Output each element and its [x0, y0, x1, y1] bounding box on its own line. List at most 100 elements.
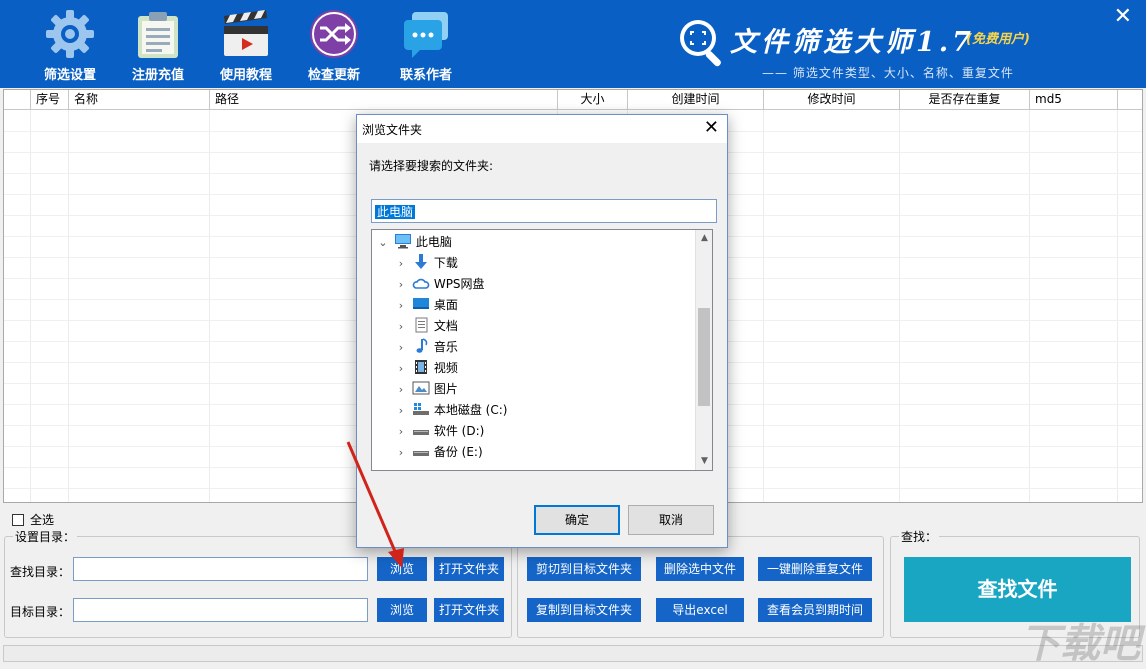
expand-arrow-icon[interactable]: ›: [394, 274, 408, 295]
filter-settings-label: 筛选设置: [43, 68, 96, 83]
clipboard-icon: [132, 8, 184, 60]
column-select[interactable]: [4, 90, 31, 110]
app-subtitle: —— 筛选文件类型、大小、名称、重复文件: [762, 66, 1014, 80]
tree-item-label: 音乐: [433, 340, 458, 354]
tree-item-label: 桌面: [433, 298, 458, 312]
expand-arrow-icon[interactable]: ›: [394, 316, 408, 337]
expand-arrow-icon[interactable]: ›: [394, 358, 408, 379]
delete-selected-button[interactable]: 删除选中文件: [656, 557, 744, 581]
column-modified[interactable]: 修改时间: [764, 90, 900, 110]
cloud-icon: [412, 275, 430, 291]
dialog-cancel-button[interactable]: 取消: [628, 505, 714, 535]
grid-line: [1029, 110, 1030, 502]
tree-item-label: 视频: [433, 361, 458, 375]
column-path[interactable]: 路径: [210, 90, 558, 110]
dialog-title: 浏览文件夹: [362, 123, 423, 137]
column-index[interactable]: 序号: [31, 90, 69, 110]
filter-settings-button[interactable]: 筛选设置: [30, 8, 110, 83]
tree-item-documents[interactable]: › 文档: [394, 316, 458, 337]
check-update-button[interactable]: 检查更新: [294, 8, 374, 83]
tree-item-label: 本地磁盘 (C:): [433, 403, 508, 417]
cut-to-target-button[interactable]: 剪切到目标文件夹: [527, 557, 641, 581]
expand-arrow-icon[interactable]: ›: [394, 400, 408, 421]
tree-item-drive-c[interactable]: › 本地磁盘 (C:): [394, 400, 507, 421]
status-bar: [3, 645, 1143, 662]
music-note-icon: [412, 338, 430, 354]
tree-item-label: 此电脑: [415, 235, 452, 249]
expand-arrow-icon[interactable]: ›: [394, 253, 408, 274]
tree-item-label: 下载: [433, 256, 458, 270]
register-recharge-button[interactable]: 注册充值: [118, 8, 198, 83]
gear-icon: [44, 8, 96, 60]
grid-line: [899, 110, 900, 502]
tree-item-downloads[interactable]: › 下载: [394, 253, 458, 274]
tree-item-music[interactable]: › 音乐: [394, 337, 458, 358]
tree-item-label: 备份 (E:): [433, 445, 483, 459]
grid-line: [1117, 110, 1118, 502]
copy-to-target-button[interactable]: 复制到目标文件夹: [527, 598, 641, 622]
app-brand: 文件筛选大师1.7 (免费用户) —— 筛选文件类型、大小、名称、重复文件: [676, 16, 1076, 80]
register-recharge-label: 注册充值: [131, 68, 184, 83]
delete-duplicates-button[interactable]: 一键删除重复文件: [758, 557, 872, 581]
find-group-title: 查找：: [899, 528, 940, 545]
tree-item-desktop[interactable]: › 桌面: [394, 295, 458, 316]
expand-arrow-icon[interactable]: ›: [394, 379, 408, 400]
column-name[interactable]: 名称: [69, 90, 210, 110]
grid-line: [209, 110, 210, 502]
tree-item-pictures[interactable]: › 图片: [394, 379, 458, 400]
window-close-button[interactable]: ✕: [1114, 4, 1132, 29]
film-icon: [412, 359, 430, 375]
expand-arrow-icon[interactable]: ›: [394, 421, 408, 442]
tree-item-this-pc[interactable]: ⌄ 此电脑: [376, 232, 452, 253]
tree-item-drive-e[interactable]: › 备份 (E:): [394, 442, 483, 463]
find-dir-browse-button[interactable]: 浏览: [377, 557, 427, 581]
contact-author-label: 联系作者: [399, 68, 452, 83]
target-dir-browse-button[interactable]: 浏览: [377, 598, 427, 622]
scroll-up-icon[interactable]: ▲: [696, 230, 712, 247]
column-md5[interactable]: md5: [1030, 90, 1118, 110]
dialog-close-button[interactable]: ✕: [704, 117, 719, 138]
scroll-thumb[interactable]: [698, 308, 710, 406]
tree-item-label: WPS网盘: [433, 277, 485, 291]
column-created[interactable]: 创建时间: [628, 90, 764, 110]
shuffle-icon: [308, 8, 360, 60]
expand-arrow-icon[interactable]: ›: [394, 295, 408, 316]
export-excel-button[interactable]: 导出excel: [656, 598, 744, 622]
target-dir-input[interactable]: [73, 598, 368, 622]
find-dir-open-folder-button[interactable]: 打开文件夹: [434, 557, 504, 581]
checkbox-box[interactable]: [12, 514, 24, 526]
selected-folder-text: 此电脑: [375, 205, 416, 219]
dialog-ok-button[interactable]: 确定: [534, 505, 620, 535]
tree-item-label: 图片: [433, 382, 458, 396]
select-all-checkbox[interactable]: 全选: [12, 511, 54, 528]
drive-icon: [412, 422, 430, 438]
tree-item-label: 文档: [433, 319, 458, 333]
tree-item-label: 软件 (D:): [433, 424, 485, 438]
column-size[interactable]: 大小: [558, 90, 628, 110]
computer-icon: [394, 233, 412, 249]
collapse-arrow-icon[interactable]: ⌄: [376, 232, 390, 253]
scroll-down-icon[interactable]: ▼: [696, 453, 712, 470]
expand-arrow-icon[interactable]: ›: [394, 442, 408, 463]
folder-tree[interactable]: ⌄ 此电脑 › 下载 › WPS网盘 › 桌面 › 文档 › 音乐 › 视频 ›…: [371, 229, 713, 471]
target-dir-open-folder-button[interactable]: 打开文件夹: [434, 598, 504, 622]
picture-icon: [412, 380, 430, 396]
chat-icon: [400, 8, 452, 60]
target-dir-label: 目标目录：: [10, 605, 71, 619]
grid-header: 序号 名称 路径 大小 创建时间 修改时间 是否存在重复 md5: [4, 90, 1142, 110]
find-dir-input[interactable]: [73, 557, 368, 581]
contact-author-button[interactable]: 联系作者: [386, 8, 466, 83]
tree-item-wps-cloud[interactable]: › WPS网盘: [394, 274, 485, 295]
tutorial-button[interactable]: 使用教程: [206, 8, 286, 83]
tree-item-videos[interactable]: › 视频: [394, 358, 458, 379]
grid-line: [763, 110, 764, 502]
member-expiry-button[interactable]: 查看会员到期时间: [758, 598, 872, 622]
download-arrow-icon: [412, 254, 430, 270]
selected-folder-field[interactable]: 此电脑: [371, 199, 717, 223]
column-duplicate[interactable]: 是否存在重复: [900, 90, 1030, 110]
tree-scrollbar[interactable]: ▲ ▼: [695, 230, 712, 470]
tree-item-drive-d[interactable]: › 软件 (D:): [394, 421, 485, 442]
dialog-prompt: 请选择要搜索的文件夹:: [369, 159, 494, 173]
expand-arrow-icon[interactable]: ›: [394, 337, 408, 358]
clapperboard-icon: [220, 8, 272, 60]
